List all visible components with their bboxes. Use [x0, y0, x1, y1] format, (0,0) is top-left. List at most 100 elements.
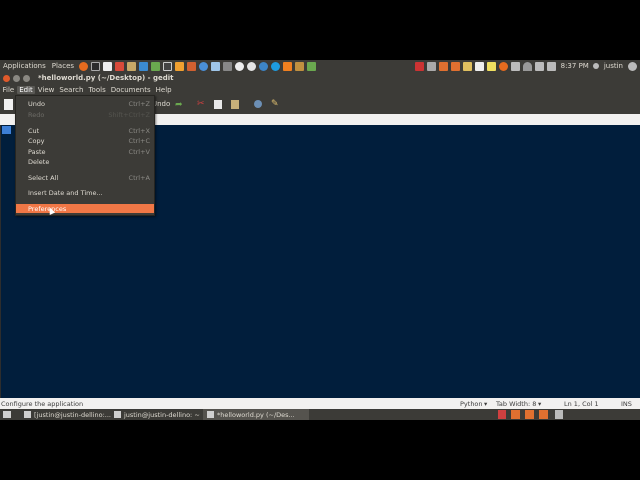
- dropbox-icon[interactable]: [138, 61, 148, 71]
- taskbar-item-label: justin@justin-dellino: ~: [124, 410, 200, 419]
- menu-item-copy[interactable]: Copy Ctrl+C: [16, 136, 154, 145]
- workspace-image-icon[interactable]: [525, 410, 534, 419]
- document-icon[interactable]: [114, 61, 124, 71]
- menubar: File Edit View Search Tools Documents He…: [0, 84, 640, 95]
- cut-icon[interactable]: ✂: [197, 99, 205, 109]
- tray-files-icon[interactable]: [463, 61, 473, 71]
- menu-item-select-all[interactable]: Select All Ctrl+A: [16, 173, 154, 182]
- calendar-icon[interactable]: [210, 61, 220, 71]
- tray-image-icon[interactable]: [439, 61, 449, 71]
- globe-icon[interactable]: [198, 61, 208, 71]
- chat-icon[interactable]: [150, 61, 160, 71]
- tray-folder-icon[interactable]: [427, 61, 437, 71]
- taskbar-item[interactable]: [justin@justin-dellino:...: [20, 409, 114, 420]
- menu-view[interactable]: View: [35, 86, 57, 94]
- menu-edit[interactable]: Edit: [16, 85, 36, 94]
- places-menu[interactable]: Places: [49, 62, 77, 70]
- menu-item-paste[interactable]: Paste Ctrl+V: [16, 147, 154, 156]
- power-icon[interactable]: [627, 61, 637, 71]
- menu-item-shortcut: Ctrl+X: [128, 126, 150, 135]
- tools-icon[interactable]: [222, 61, 232, 71]
- redo-icon[interactable]: ➦: [175, 100, 183, 110]
- window-titlebar[interactable]: *helloworld.py (~/Desktop) - gedit: [0, 72, 640, 84]
- menu-search[interactable]: Search: [57, 86, 86, 94]
- files-icon[interactable]: [174, 61, 184, 71]
- workspace-photo-icon[interactable]: [539, 410, 548, 419]
- menu-item-label: Cut: [28, 126, 40, 135]
- status-message: Configure the application: [1, 400, 84, 408]
- window-title: *helloworld.py (~/Desktop) - gedit: [38, 74, 174, 82]
- vlc-icon[interactable]: [282, 61, 292, 71]
- menu-item-label: Copy: [28, 136, 45, 145]
- mail-icon[interactable]: [511, 61, 521, 71]
- menu-item-shortcut: Ctrl+Z: [128, 99, 150, 108]
- language-selector[interactable]: Python: [460, 400, 483, 408]
- tab-width-dropdown-icon[interactable]: ▾: [538, 400, 541, 408]
- user-name[interactable]: justin: [604, 62, 623, 70]
- tray-red-icon[interactable]: [415, 61, 425, 71]
- copy-icon[interactable]: [214, 100, 222, 109]
- menu-documents[interactable]: Documents: [108, 86, 153, 94]
- package-icon[interactable]: [126, 61, 136, 71]
- close-window-icon[interactable]: [3, 74, 10, 82]
- replace-icon[interactable]: ✎: [271, 99, 279, 109]
- workspace-red-icon[interactable]: [498, 410, 506, 419]
- trash-icon[interactable]: [555, 410, 563, 419]
- tray-photo-icon[interactable]: [451, 61, 461, 71]
- paste-icon[interactable]: [231, 100, 239, 109]
- bottom-panel: [justin@justin-dellino:... justin@justin…: [0, 409, 640, 420]
- gedit-task-icon: [207, 411, 214, 418]
- menu-item-preferences[interactable]: Preferences: [16, 204, 154, 213]
- wifi-icon[interactable]: [523, 61, 533, 71]
- find-icon[interactable]: [254, 100, 262, 108]
- new-document-icon[interactable]: [4, 99, 13, 110]
- user-icon: [593, 63, 600, 69]
- status-bar: Configure the application Python ▾ Tab W…: [0, 398, 640, 409]
- menu-item-label: Paste: [28, 147, 46, 156]
- taskbar-item[interactable]: justin@justin-dellino: ~: [110, 409, 204, 420]
- menu-item-delete[interactable]: Delete: [16, 157, 154, 166]
- skull-icon[interactable]: [234, 61, 244, 71]
- cursor-position: Ln 1, Col 1: [564, 400, 599, 408]
- maximize-window-icon[interactable]: [23, 74, 30, 82]
- terminal-task-icon: [24, 411, 31, 418]
- gimp-icon[interactable]: [294, 61, 304, 71]
- tray-firefox-icon[interactable]: [499, 61, 509, 71]
- tab-width-selector[interactable]: Tab Width: 8: [496, 400, 536, 408]
- applications-menu[interactable]: Applications: [0, 62, 49, 70]
- menu-item-shortcut: Ctrl+V: [128, 147, 150, 156]
- menu-file[interactable]: File: [0, 86, 17, 94]
- menu-item-cut[interactable]: Cut Ctrl+X: [16, 126, 154, 135]
- menu-help[interactable]: Help: [153, 86, 174, 94]
- menu-item-insert-date-time[interactable]: Insert Date and Time...: [16, 188, 154, 197]
- menu-item-undo[interactable]: Undo Ctrl+Z: [16, 99, 154, 108]
- network-icon[interactable]: [258, 61, 268, 71]
- menu-item-redo: Redo Shift+Ctrl+Z: [16, 110, 154, 119]
- workspace-orange-icon[interactable]: [511, 410, 520, 419]
- volume-icon[interactable]: [547, 61, 557, 71]
- show-desktop-icon[interactable]: [3, 411, 11, 418]
- language-dropdown-icon[interactable]: ▾: [484, 400, 487, 408]
- menu-tools[interactable]: Tools: [86, 86, 108, 94]
- terminal-task-icon: [114, 411, 121, 418]
- minimize-window-icon[interactable]: [13, 74, 20, 82]
- menu-item-label: Redo: [28, 110, 45, 119]
- text-editor-icon[interactable]: [102, 61, 112, 71]
- terminal-icon[interactable]: [90, 61, 100, 71]
- skype-icon[interactable]: [270, 61, 280, 71]
- menu-item-label: Insert Date and Time...: [28, 188, 103, 197]
- firefox-icon[interactable]: [78, 61, 88, 71]
- menu-item-label: Delete: [28, 157, 50, 166]
- menu-item-label: Undo: [28, 99, 45, 108]
- taskbar-item[interactable]: *helloworld.py (~/Des...: [203, 409, 309, 420]
- tray-doc-icon[interactable]: [475, 61, 485, 71]
- image-icon[interactable]: [186, 61, 196, 71]
- top-panel: Applications Places 8:37 PM justin: [0, 60, 640, 72]
- clock[interactable]: 8:37 PM: [561, 62, 589, 70]
- music-icon[interactable]: [306, 61, 316, 71]
- tray-notes-icon[interactable]: [487, 61, 497, 71]
- chrome-icon[interactable]: [246, 61, 256, 71]
- cursor-marker-icon: [2, 126, 11, 134]
- message-icon[interactable]: [535, 61, 545, 71]
- monitor-icon[interactable]: [162, 61, 172, 71]
